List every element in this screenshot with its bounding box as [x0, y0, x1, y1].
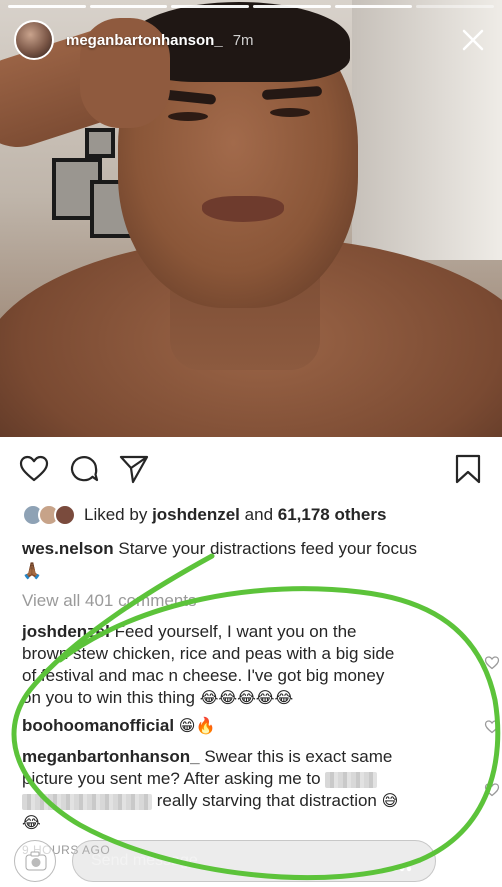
comment-username[interactable]: meganbartonhanson_: [22, 747, 200, 766]
reply-bar: [0, 837, 502, 887]
comment-heart-icon[interactable]: [484, 782, 500, 798]
caption-text: Starve your distractions feed your focus: [118, 539, 417, 558]
send-icon[interactable]: [458, 846, 488, 876]
redacted-text: [325, 771, 378, 788]
comment-text: picture you sent me? After asking me to: [22, 769, 321, 788]
comment-icon[interactable]: [68, 453, 100, 485]
comment-text: of festival and mac n cheese. I've got b…: [22, 666, 385, 685]
bookmark-icon[interactable]: [452, 453, 484, 485]
shared-post-card: Liked by joshdenzel and 61,178 others we…: [0, 437, 502, 887]
likes-summary[interactable]: Liked by joshdenzel and 61,178 others: [22, 504, 386, 526]
more-options-icon[interactable]: [392, 859, 412, 872]
liked-by-prefix: Liked by: [84, 505, 148, 524]
story-username[interactable]: meganbartonhanson_: [66, 32, 223, 49]
liked-by-others[interactable]: 61,178 others: [278, 505, 387, 525]
comment-text: Swear this is exact same: [204, 747, 393, 766]
heart-icon[interactable]: [18, 453, 50, 485]
post-caption: wes.nelson Starve your distractions feed…: [22, 538, 417, 582]
camera-icon[interactable]: [14, 840, 56, 882]
comment-heart-icon[interactable]: [484, 655, 500, 671]
story-timestamp: 7m: [232, 31, 254, 49]
list-item: joshdenzel Feed yourself, I want you on …: [22, 621, 500, 709]
liker-avatars: [22, 504, 76, 526]
share-icon[interactable]: [118, 453, 150, 485]
comment-emoji: 😂😂😂😂😂: [199, 688, 294, 707]
comment-emoji: 😂: [22, 813, 41, 832]
story-photo: [0, 0, 502, 437]
story-progress-bar: [8, 5, 495, 8]
list-item: boohoomanofficial 😁🔥: [22, 715, 500, 737]
close-icon[interactable]: [458, 25, 488, 55]
liked-by-and: and: [244, 505, 274, 524]
comment-username[interactable]: boohoomanofficial: [22, 716, 174, 735]
caption-emoji: 🙏🏾: [22, 561, 42, 580]
caption-username[interactable]: wes.nelson: [22, 539, 114, 558]
story-header: meganbartonhanson_ 7m: [14, 18, 488, 62]
comment-emoji: 😅: [381, 791, 399, 810]
comment-text: really starving that distraction: [156, 791, 377, 810]
list-item: meganbartonhanson_ Swear this is exact s…: [22, 746, 500, 834]
send-message-input[interactable]: [72, 840, 436, 882]
view-all-comments-link[interactable]: View all 401 comments: [22, 591, 197, 611]
comment-emoji: 😁🔥: [178, 716, 216, 735]
avatar: [54, 504, 76, 526]
comment-username[interactable]: joshdenzel: [22, 622, 110, 641]
comment-text: brown stew chicken, rice and peas with a…: [22, 644, 395, 663]
post-action-bar: [18, 453, 484, 485]
redacted-text: [22, 793, 152, 810]
wall-picture-frame: [85, 128, 115, 158]
comment-text: Feed yourself, I want you on the: [114, 622, 357, 641]
liked-by-user[interactable]: joshdenzel: [152, 505, 240, 525]
avatar[interactable]: [14, 20, 54, 60]
comment-text: on you to win this thing: [22, 688, 195, 707]
comment-heart-icon[interactable]: [484, 719, 500, 735]
